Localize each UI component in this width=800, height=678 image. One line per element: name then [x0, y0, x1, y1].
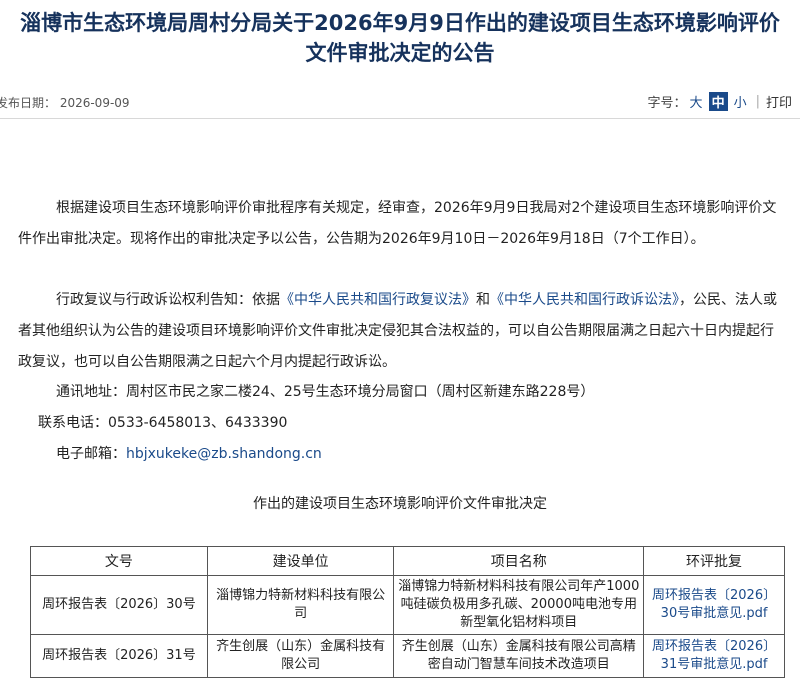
contact-phone: 联系电话：0533-6458013、6433390 [38, 413, 287, 433]
email-label: 电子邮箱： [56, 446, 126, 462]
title-line-2: 文件审批决定的公告 [305, 41, 495, 65]
phone-value: 0533-6458013、6433390 [108, 415, 288, 431]
font-size-medium-button[interactable]: 中 [708, 92, 728, 111]
approval-pdf-link[interactable]: 周环报告表〔2026〕31号审批意见.pdf [652, 639, 776, 672]
address-label: 通讯地址： [56, 384, 126, 400]
header-project: 项目名称 [393, 546, 645, 576]
cell-doc-no: 周环报告表〔2026〕31号 [30, 634, 208, 678]
cell-doc-no: 周环报告表〔2026〕30号 [30, 575, 208, 635]
cell-approval: 周环报告表〔2026〕31号审批意见.pdf [643, 634, 785, 678]
font-size-label: 字号： [647, 96, 687, 111]
table-header-row: 文号 建设单位 项目名称 环评批复 [30, 546, 785, 576]
table-row: 周环报告表〔2026〕30号 淄博锦力特新材料科技有限公司 淄博锦力特新材料科技… [30, 575, 785, 635]
email-link[interactable]: hbjxukeke@zb.shandong.cn [126, 446, 322, 462]
article-title: 淄博市生态环境局周村分局关于2026年9月9日作出的建设项目生态环境影响评价 文… [0, 8, 800, 68]
article-meta: 发布日期： 2026-09-09 字号： 大 中 小 | 打印 [0, 92, 800, 112]
font-size-small-button[interactable]: 小 [734, 92, 747, 111]
contact-email: 电子邮箱：hbjxukeke@zb.shandong.cn [56, 444, 322, 464]
table-caption: 作出的建设项目生态环境影响评价文件审批决定 [253, 496, 547, 512]
cell-unit: 齐生创展（山东）金属科技有限公司 [206, 634, 395, 678]
toolbar-divider: | [755, 94, 760, 109]
notice-paragraph-1: 根据建设项目生态环境影响评价审批程序有关规定，经审查，2026年9月9日我局对2… [18, 193, 778, 255]
cell-approval: 周环报告表〔2026〕30号审批意见.pdf [643, 575, 785, 635]
rights-notice-and: 和 [476, 292, 490, 308]
phone-label: 联系电话： [38, 415, 108, 431]
table-row: 周环报告表〔2026〕31号 齐生创展（山东）金属科技有限公司 齐生创展（山东）… [30, 634, 785, 678]
admin-review-law-link[interactable]: 《中华人民共和国行政复议法》 [280, 292, 476, 308]
header-approval: 环评批复 [643, 546, 785, 576]
approval-pdf-link[interactable]: 周环报告表〔2026〕30号审批意见.pdf [652, 588, 776, 621]
header-doc-no: 文号 [30, 546, 208, 576]
notice-paragraph-1-text: 根据建设项目生态环境影响评价审批程序有关规定，经审查，2026年9月9日我局对2… [18, 200, 777, 247]
header-divider [0, 118, 800, 119]
notice-paragraph-2: 行政复议与行政诉讼权利告知：依据《中华人民共和国行政复议法》和《中华人民共和国行… [18, 285, 778, 378]
admin-litigation-law-link[interactable]: 《中华人民共和国行政诉讼法》 [490, 292, 679, 308]
title-line-1: 淄博市生态环境局周村分局关于2026年9月9日作出的建设项目生态环境影响评价 [20, 11, 780, 35]
cell-project: 齐生创展（山东）金属科技有限公司高精密自动门智慧车间技术改造项目 [393, 634, 645, 678]
rights-notice-prefix: 行政复议与行政诉讼权利告知：依据 [56, 292, 280, 308]
font-size-toolbar: 字号： 大 中 小 | 打印 [648, 92, 792, 111]
print-button[interactable]: 打印 [766, 92, 792, 111]
header-unit: 建设单位 [206, 546, 395, 576]
decisions-table: 文号 建设单位 项目名称 环评批复 周环报告表〔2026〕30号 淄博锦力特新材… [30, 546, 785, 678]
publish-date: 发布日期： 2026-09-09 [0, 96, 130, 110]
cell-unit: 淄博锦力特新材料科技有限公司 [206, 575, 395, 635]
contact-address: 通讯地址：周村区市民之家二楼24、25号生态环境分局窗口（周村区新建东路228号… [56, 382, 594, 402]
cell-project: 淄博锦力特新材料科技有限公司年产1000吨硅碳负极用多孔碳、20000吨电池专用… [393, 575, 645, 635]
address-value: 周村区市民之家二楼24、25号生态环境分局窗口（周村区新建东路228号） [126, 384, 595, 400]
font-size-large-button[interactable]: 大 [690, 92, 703, 111]
